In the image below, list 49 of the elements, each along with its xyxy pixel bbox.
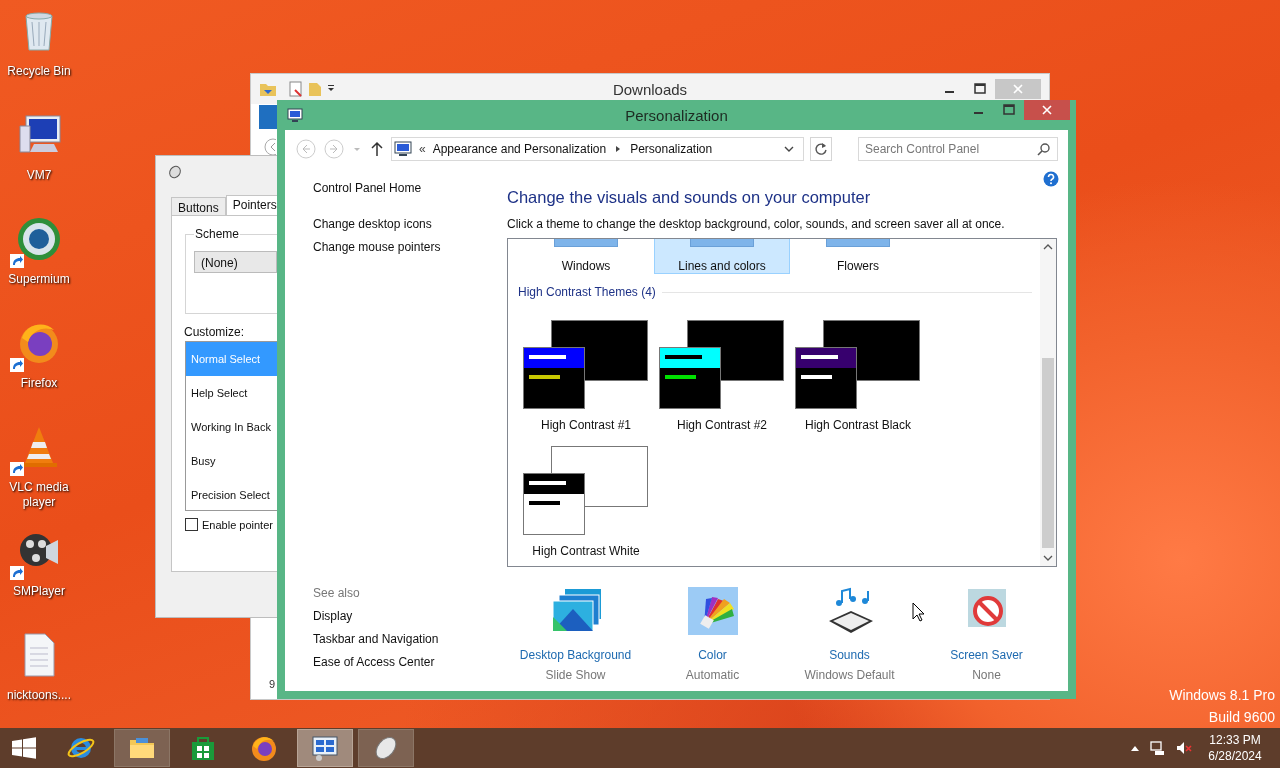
list-item[interactable]: Busy	[186, 444, 277, 478]
list-item[interactable]: Help Select	[186, 376, 277, 410]
setting-link[interactable]: Desktop Background	[519, 648, 632, 662]
address-bar[interactable]: « Appearance and Personalization Personalization	[391, 136, 804, 161]
setting-link[interactable]: Sounds	[829, 648, 870, 662]
desktop-icon-label[interactable]: SMPlayer	[2, 584, 76, 599]
scheme-dropdown[interactable]: (None)	[194, 251, 277, 273]
theme-item[interactable]: Windows	[518, 239, 654, 274]
desktop-icon-label[interactable]: Supermium	[2, 272, 76, 287]
theme-item[interactable]: Lines and colors	[654, 239, 790, 274]
search-field[interactable]: Search Control Panel	[858, 136, 1058, 161]
checkbox-label[interactable]: Enable pointer	[202, 518, 273, 531]
breadcrumb-item[interactable]: Appearance and Personalization	[432, 141, 607, 156]
desktop-icon-label[interactable]: VLC media player	[2, 480, 76, 510]
customize-label: Customize:	[184, 325, 245, 339]
see-also-link[interactable]: Ease of Access Center	[313, 651, 507, 674]
breadcrumb-item[interactable]: Personalization	[630, 141, 713, 156]
list-item[interactable]: Precision Select	[186, 478, 277, 512]
see-also-link[interactable]: Display	[313, 605, 507, 628]
theme-item[interactable]: Flowers	[790, 239, 926, 274]
window-title: Downloads	[612, 81, 688, 98]
setting-value: Slide Show	[545, 668, 606, 682]
edition-text: Windows 8.1 Pro	[1169, 686, 1275, 705]
desktop-icon-label[interactable]: Firefox	[2, 376, 76, 391]
see-also-label: See also	[313, 585, 361, 602]
intro-text: Click a theme to change the desktop background, color, sounds, and screen saver all at once.	[507, 217, 1006, 231]
theme-item[interactable]: High Contrast #2	[659, 320, 795, 432]
status-text: 9	[269, 678, 276, 690]
theme-item[interactable]: High Contrast Black	[795, 320, 931, 432]
theme-item[interactable]: High Contrast White	[523, 446, 659, 558]
overflow-chevron[interactable]: «	[419, 141, 426, 156]
sidebar-link[interactable]: Change desktop icons	[313, 213, 507, 236]
group-heading: High Contrast Themes (4)	[518, 285, 656, 299]
setting-link[interactable]: Screen Saver	[950, 648, 1023, 662]
setting-value: None	[972, 668, 1001, 682]
sidebar-link[interactable]: Control Panel Home	[313, 177, 507, 200]
list-item[interactable]: Working In Back	[186, 410, 277, 444]
setting-value: Automatic	[685, 668, 740, 682]
sidebar-link[interactable]: Change mouse pointers	[313, 236, 507, 259]
build-text: Build 9600	[1207, 708, 1275, 727]
theme-item[interactable]: High Contrast #1	[523, 320, 659, 432]
desktop-icon-label[interactable]: nicktoons....	[2, 688, 76, 703]
group-label: Scheme	[194, 227, 241, 241]
see-also-link[interactable]: Taskbar and Navigation	[313, 628, 507, 651]
setting-value: Windows Default	[804, 668, 895, 682]
page-heading: Change the visuals and sounds on your computer	[507, 188, 872, 207]
clock[interactable]: 12:33 PM 6/28/2024	[1202, 732, 1268, 764]
window-title: Personalization	[625, 107, 728, 124]
setting-link[interactable]: Color	[698, 648, 727, 662]
